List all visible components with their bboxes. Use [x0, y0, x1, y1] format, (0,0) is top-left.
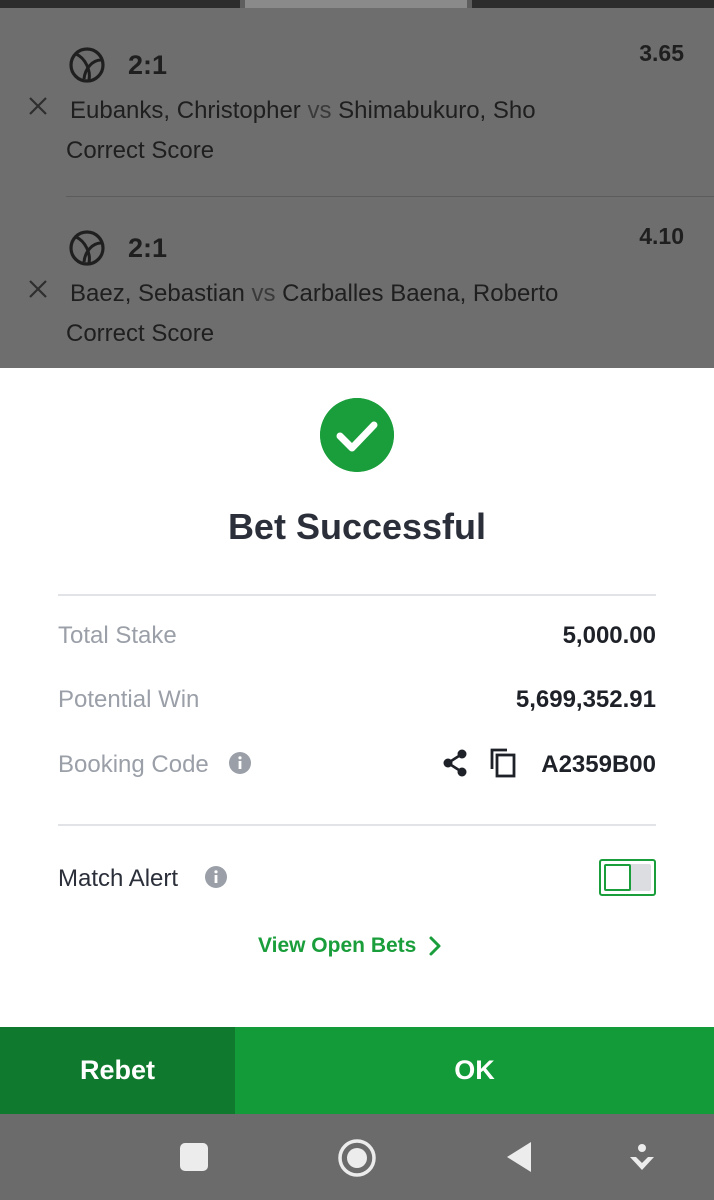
rebet-button[interactable]: Rebet [0, 1027, 235, 1114]
selection-odds: 4.10 [639, 223, 684, 249]
home-icon[interactable] [337, 1138, 377, 1178]
match-alert-label: Match Alert [58, 865, 179, 892]
copy-icon[interactable] [488, 747, 518, 779]
tennis-ball-icon [69, 47, 105, 83]
info-icon[interactable] [229, 752, 251, 774]
match-alert-toggle[interactable] [599, 859, 656, 896]
selection-item: 2:1 3.65 Eubanks, Christopher vs Shimabu… [0, 0, 714, 197]
view-open-bets-label: View Open Bets [258, 934, 417, 957]
booking-code-value[interactable]: A2359B00 [541, 751, 656, 779]
vs-label: vs [251, 280, 276, 307]
back-icon[interactable] [505, 1140, 533, 1174]
total-stake-value: 5,000.00 [562, 622, 656, 649]
booking-code-label: Booking Code [58, 751, 209, 778]
ok-button[interactable]: OK [235, 1027, 714, 1114]
close-icon[interactable] [27, 278, 49, 300]
system-nav-bar [0, 1114, 714, 1200]
betslip-background: 2:1 3.65 Eubanks, Christopher vs Shimabu… [0, 0, 714, 368]
view-open-bets-link[interactable]: View Open Bets [258, 934, 442, 958]
selection-item: 2:1 4.10 Baez, Sebastian vs Carballes Ba… [0, 183, 714, 366]
tennis-ball-icon [69, 230, 105, 266]
total-stake-label: Total Stake [58, 622, 177, 649]
home-player: Eubanks, Christopher [70, 97, 301, 124]
divider [58, 824, 656, 826]
selection-teams: Baez, Sebastian vs Carballes Baena, Robe… [70, 280, 558, 308]
chevron-right-icon [429, 936, 441, 956]
vs-label: vs [307, 97, 332, 124]
selection-pick: 2:1 [128, 233, 168, 263]
selection-teams: Eubanks, Christopher vs Shimabukuro, Sho [70, 97, 536, 125]
bet-success-sheet: Bet Successful Total Stake 5,000.00 Pote… [0, 368, 714, 1027]
close-icon[interactable] [27, 95, 49, 117]
divider [58, 594, 656, 596]
away-player: Carballes Baena, Roberto [282, 280, 559, 307]
share-icon[interactable] [441, 748, 469, 778]
selection-odds: 3.65 [639, 40, 684, 66]
selection-market: Correct Score [66, 320, 215, 347]
check-circle-icon [320, 398, 394, 472]
recents-icon[interactable] [180, 1143, 208, 1171]
selection-pick: 2:1 [128, 50, 168, 80]
toggle-knob [604, 864, 631, 891]
sheet-title: Bet Successful [227, 506, 487, 547]
potential-win-value: 5,699,352.91 [515, 686, 656, 713]
info-icon[interactable] [205, 866, 227, 888]
away-player: Shimabukuro, Sho [338, 97, 536, 124]
home-player: Baez, Sebastian [70, 280, 245, 307]
selection-market: Correct Score [66, 137, 215, 164]
potential-win-label: Potential Win [58, 686, 200, 713]
notification-pull-icon[interactable] [629, 1144, 655, 1172]
